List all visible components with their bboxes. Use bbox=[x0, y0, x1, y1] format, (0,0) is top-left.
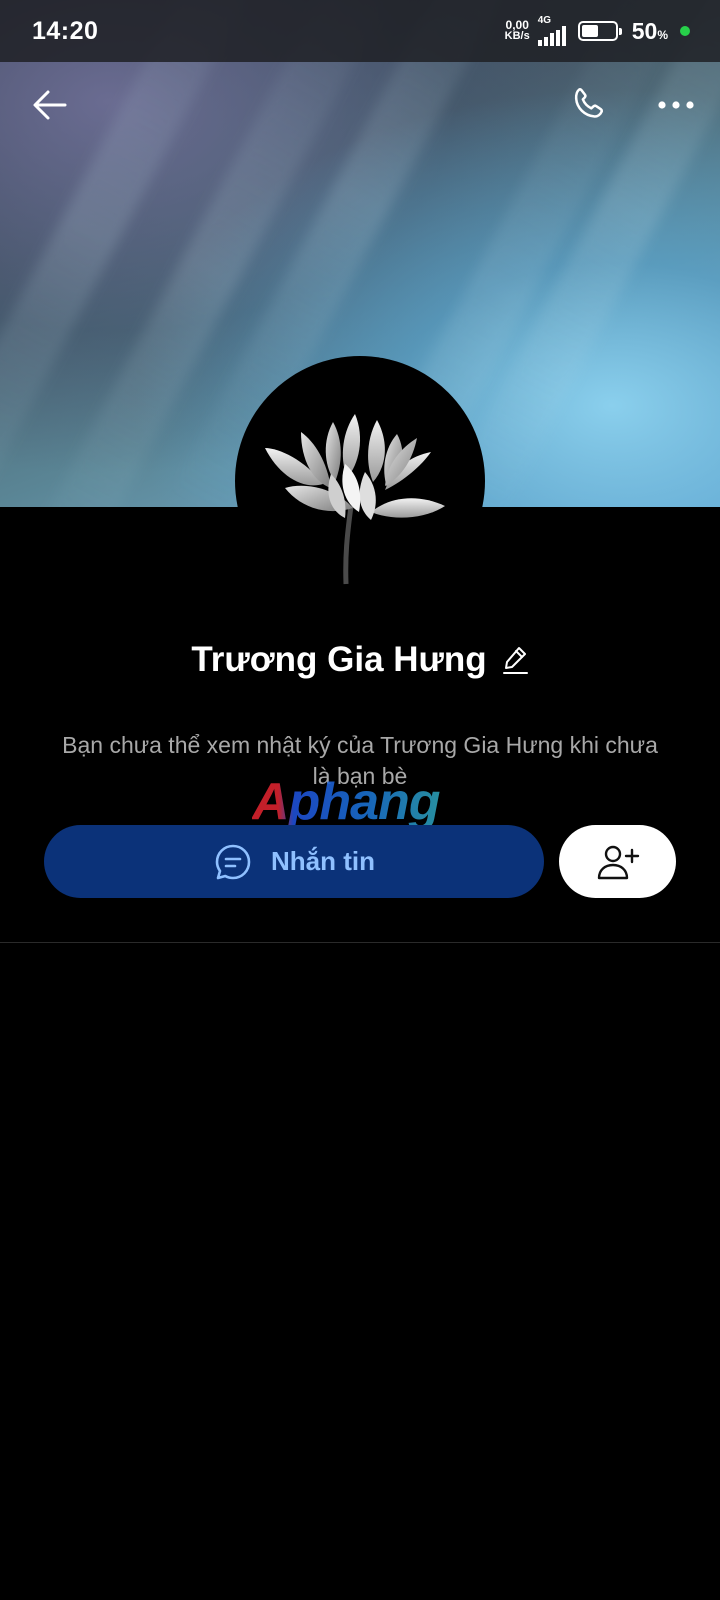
chat-bubble-icon bbox=[215, 844, 251, 879]
section-divider bbox=[0, 942, 720, 943]
call-button[interactable] bbox=[558, 75, 618, 135]
profile-name-row: Trương Gia Hưng bbox=[0, 640, 720, 680]
more-dots-icon bbox=[658, 101, 694, 109]
add-user-icon bbox=[597, 845, 639, 879]
watermark-logo: Aphang bbox=[252, 773, 441, 831]
pencil-icon bbox=[502, 647, 528, 674]
battery-percent: 50% bbox=[631, 17, 668, 44]
network-speed-unit: KB/s bbox=[504, 30, 530, 42]
privacy-indicator-dot bbox=[680, 26, 690, 36]
lotus-flower-image bbox=[265, 414, 445, 585]
message-button[interactable]: Nhắn tin bbox=[44, 825, 544, 898]
status-icons: 0,00 KB/s 4G 50% bbox=[505, 16, 690, 46]
phone-icon bbox=[574, 88, 603, 118]
edit-name-button[interactable] bbox=[501, 645, 529, 675]
status-time: 14:20 bbox=[32, 16, 99, 45]
arrow-left-icon bbox=[33, 90, 67, 120]
add-friend-button[interactable] bbox=[559, 825, 676, 898]
back-button[interactable] bbox=[20, 75, 80, 135]
more-options-button[interactable] bbox=[646, 75, 706, 135]
avatar[interactable] bbox=[235, 356, 485, 606]
network-type: 4G bbox=[537, 15, 552, 26]
status-bar: 14:20 0,00 KB/s 4G 50% bbox=[0, 0, 720, 62]
signal-strength-icon: 4G bbox=[537, 15, 566, 46]
profile-name: Trương Gia Hưng bbox=[191, 640, 487, 679]
network-speed: 0,00 KB/s bbox=[504, 19, 530, 42]
profile-screen: 14:20 0,00 KB/s 4G 50% Trương Gia Hưng B… bbox=[0, 0, 720, 1600]
battery-icon bbox=[577, 21, 622, 41]
message-button-label: Nhắn tin bbox=[271, 846, 375, 876]
